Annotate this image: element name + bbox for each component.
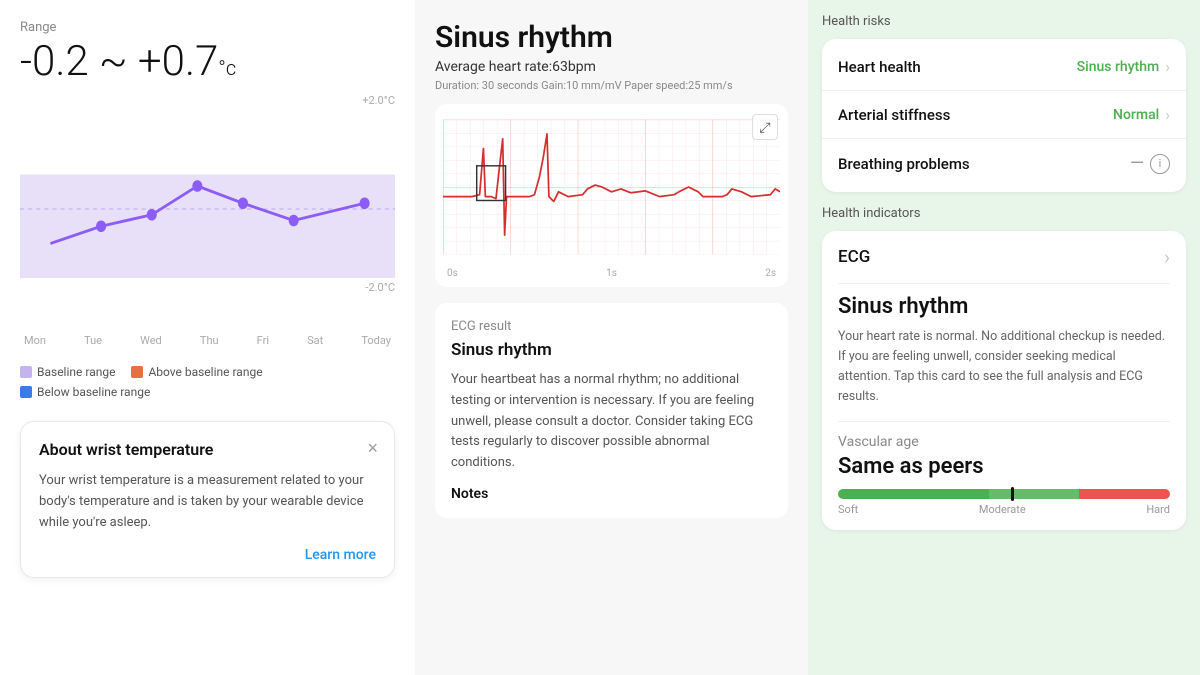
vascular-age-label: Vascular age [838,434,1170,450]
indicators-card: ECG › Sinus rhythm Your heart rate is no… [822,231,1186,530]
right-panel: Health risks Heart health Sinus rhythm ›… [808,0,1200,675]
chart-legend: Baseline range Above baseline range Belo… [20,357,395,407]
heart-health-value: Sinus rhythm [1077,59,1160,75]
legend-baseline-dot [20,366,32,378]
bar-moderate [989,489,1080,499]
about-card-text: Your wrist temperature is a measurement … [39,471,376,533]
health-item-heart[interactable]: Heart health Sinus rhythm › [822,43,1186,91]
vascular-section: Vascular age Same as peers Soft Moderate… [838,434,1170,516]
sinus-rhythm-section-desc: Your heart rate is normal. No additional… [838,327,1170,407]
middle-panel: Sinus rhythm Average heart rate:63bpm Du… [415,0,808,675]
breathing-problems-value: — [1130,153,1144,174]
temperature-chart-svg [20,94,395,324]
health-risks-label: Health risks [822,14,1186,29]
heart-health-right: Sinus rhythm › [1077,57,1170,76]
ecg-chart-svg [443,112,780,262]
ecg-expand-button[interactable]: ⤢ [752,114,778,140]
range-label: Range [20,20,395,35]
sinus-rhythm-section: Sinus rhythm Your heart rate is normal. … [838,294,1170,422]
legend-baseline-label: Baseline range [37,365,115,379]
sinus-avg-hr: Average heart rate:63bpm [435,59,788,75]
y-axis-top: +2.0°C [362,94,395,107]
info-circle-icon[interactable]: i [1150,154,1170,174]
legend-below-label: Below baseline range [37,385,150,399]
ecg-result-label: ECG result [451,319,772,334]
health-item-breathing[interactable]: Breathing problems — i [822,139,1186,188]
bar-label-hard: Hard [1146,503,1170,516]
bar-hard [1079,489,1170,499]
arterial-stiffness-chevron-icon: › [1165,105,1170,124]
left-panel: Range -0.2 ~ +0.7°c +2.0°C -2.0°C Mon Tu… [0,0,415,675]
legend-above: Above baseline range [131,365,262,379]
health-indicators-label: Health indicators [822,206,1186,221]
legend-baseline: Baseline range [20,365,115,379]
ecg-notes-label: Notes [451,486,772,502]
heart-health-label: Heart health [838,58,921,76]
range-value: -0.2 ~ +0.7°c [20,37,395,86]
sinus-meta: Duration: 30 seconds Gain:10 mm/mV Paper… [435,79,788,92]
health-item-arterial[interactable]: Arterial stiffness Normal › [822,91,1186,139]
about-card: About wrist temperature × Your wrist tem… [20,421,395,578]
bar-marker [1011,487,1014,501]
ecg-result-text: Your heartbeat has a normal rhythm; no a… [451,370,772,474]
legend-above-label: Above baseline range [148,365,262,379]
vascular-bar [838,489,1170,499]
vascular-bar-labels: Soft Moderate Hard [838,503,1170,516]
legend-below: Below baseline range [20,385,150,399]
y-axis-bottom: -2.0°C [365,281,395,294]
sinus-title: Sinus rhythm [435,20,788,55]
ecg-result-card: ECG result Sinus rhythm Your heartbeat h… [435,303,788,518]
x-axis: Mon Tue Wed Thu Fri Sat Today [20,334,395,347]
ecg-result-title: Sinus rhythm [451,340,772,360]
ecg-indicators-chevron-icon: › [1164,245,1170,269]
ecg-chart-container: ⤢ 0s 1s 2s [435,104,788,287]
temperature-chart: +2.0°C -2.0°C [20,94,395,324]
bar-label-moderate: Moderate [979,503,1026,516]
heart-health-chevron-icon: › [1165,57,1170,76]
arterial-stiffness-value: Normal [1113,107,1159,123]
ecg-x-axis: 0s 1s 2s [443,266,780,279]
vascular-age-title: Same as peers [838,454,1170,479]
legend-below-dot [20,386,32,398]
bar-label-soft: Soft [838,503,858,516]
bar-soft [838,489,989,499]
arterial-stiffness-label: Arterial stiffness [838,106,950,124]
arterial-stiffness-right: Normal › [1113,105,1170,124]
about-card-close-button[interactable]: × [367,438,378,459]
breathing-problems-right: — i [1130,153,1170,174]
ecg-indicators-label: ECG [838,247,870,267]
breathing-problems-label: Breathing problems [838,155,970,173]
learn-more-link[interactable]: Learn more [39,547,376,563]
vascular-bar-container [838,489,1170,499]
health-risks-card: Heart health Sinus rhythm › Arterial sti… [822,39,1186,192]
ecg-indicators-row[interactable]: ECG › [838,245,1170,284]
about-card-title: About wrist temperature [39,440,376,459]
sinus-rhythm-section-title: Sinus rhythm [838,294,1170,319]
legend-above-dot [131,366,143,378]
